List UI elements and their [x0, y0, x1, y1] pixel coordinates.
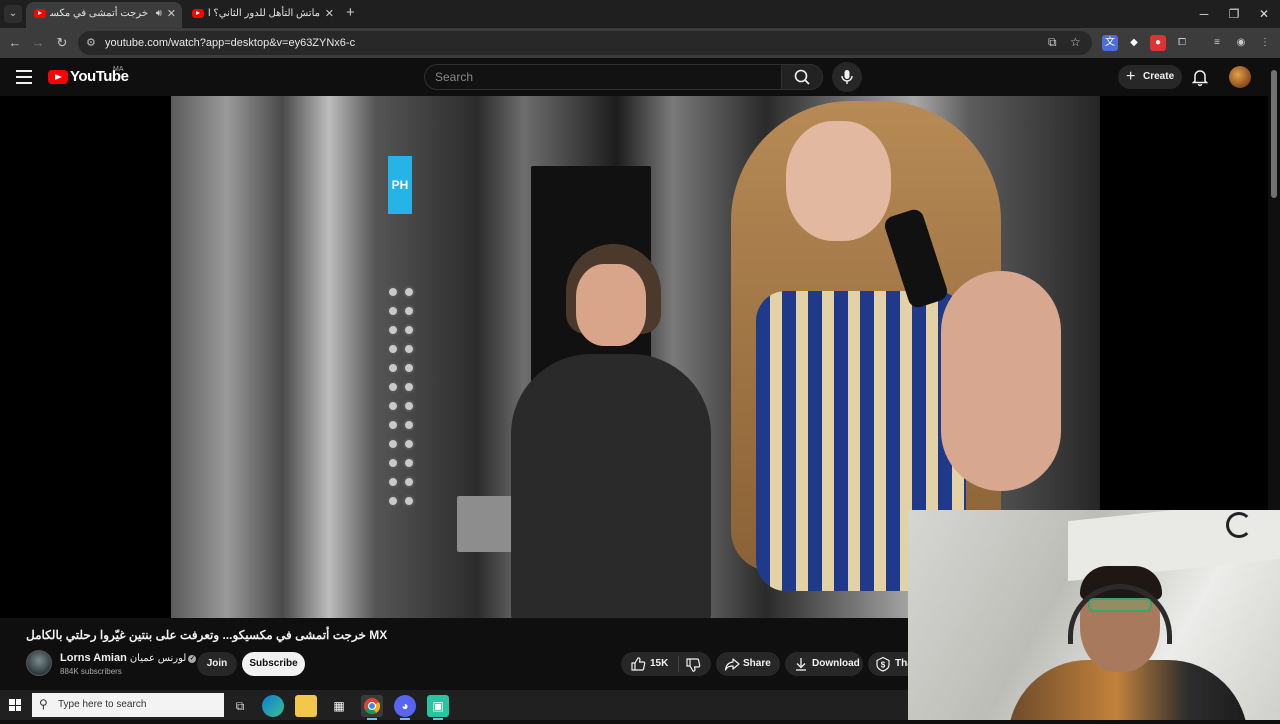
like-divider: [678, 656, 679, 672]
elevator-floor-sign: PH: [388, 156, 412, 214]
reload-icon[interactable]: ↻: [53, 34, 71, 52]
notifications-bell-icon[interactable]: [1190, 67, 1210, 87]
channel-name-latin[interactable]: Lorns Amian: [60, 652, 127, 664]
task-view-icon[interactable]: ⧉: [229, 695, 251, 717]
verified-check-icon: ✓: [188, 655, 197, 663]
tab-title: خرجت أتمشى في مكسيكو...: [50, 8, 148, 19]
share-button[interactable]: Share: [716, 652, 780, 676]
site-info-icon[interactable]: ⚙: [86, 36, 96, 49]
windows-start-icon[interactable]: [9, 699, 21, 711]
close-tab-icon[interactable]: ✕: [167, 2, 176, 26]
hamburger-menu-icon[interactable]: [16, 70, 32, 84]
streamer-glasses: [1088, 598, 1152, 612]
translate-extension-icon[interactable]: 文: [1102, 35, 1118, 51]
taskbar-search-box[interactable]: ⚲ Type here to search: [32, 693, 224, 717]
extension-icon[interactable]: ◆: [1126, 35, 1142, 51]
voice-search-button[interactable]: [832, 62, 862, 92]
ring-light-icon: [1226, 512, 1252, 538]
youtube-header: YouTube MA + Create: [0, 58, 1268, 96]
join-button[interactable]: Join: [197, 652, 237, 676]
install-app-icon[interactable]: ⧉: [1048, 35, 1057, 50]
discord-icon[interactable]: ◕: [394, 695, 416, 720]
search-box: [424, 64, 782, 90]
menu-kebab-icon[interactable]: ⋮: [1257, 35, 1273, 51]
tab-search-icon[interactable]: ⌄: [4, 5, 22, 23]
profile-icon[interactable]: ◉: [1233, 35, 1249, 51]
thanks-dollar-icon: $: [876, 656, 890, 672]
download-label: Download: [812, 658, 860, 669]
video-title: خرجت أتمشى في مكسيكو... وتعرفت على بنتين…: [26, 628, 388, 642]
youtube-play-icon: [48, 70, 68, 84]
scrollbar-thumb[interactable]: [1271, 70, 1277, 198]
media-control-icon[interactable]: ≡: [1209, 35, 1225, 51]
share-arrow-icon: [724, 658, 740, 671]
user-avatar[interactable]: [1229, 66, 1251, 88]
create-button[interactable]: + Create: [1118, 65, 1182, 89]
tab-title: ماتش التأهل للدور الثاني؟ التشك...: [208, 8, 320, 19]
speaker-icon[interactable]: 🔊︎: [156, 2, 162, 26]
search-icon: ⚲: [39, 697, 48, 711]
back-icon[interactable]: ←: [6, 34, 24, 52]
country-code: MA: [113, 66, 124, 73]
windows-taskbar: ⚲ Type here to search ⧉ ▦ ◕ ▣: [0, 690, 908, 720]
url-text[interactable]: youtube.com/watch?app=desktop&v=ey63ZYNx…: [105, 31, 355, 55]
close-tab-icon[interactable]: ✕: [325, 2, 334, 26]
close-window-icon[interactable]: ✕: [1246, 0, 1280, 28]
channel-name-arabic[interactable]: لورنس عميان: [130, 653, 187, 664]
create-label: Create: [1143, 71, 1175, 82]
channel-name[interactable]: Lorns Amian لورنس عميان ✓: [60, 652, 197, 664]
subscribe-button[interactable]: Subscribe: [242, 652, 305, 676]
channel-avatar[interactable]: [26, 650, 52, 676]
browser-toolbar: ← → ↻ ⚙ youtube.com/watch?app=desktop&v=…: [0, 28, 1280, 58]
forward-icon[interactable]: →: [29, 34, 47, 52]
browser-tab-bar: ⌄ خرجت أتمشى في مكسيكو... 🔊︎ ✕ ماتش التأ…: [0, 0, 1280, 28]
elevator-button-panel: [385, 286, 415, 556]
thumbs-up-icon[interactable]: [630, 656, 646, 672]
microphone-icon: [841, 70, 853, 84]
chrome-browser-icon[interactable]: [361, 695, 383, 720]
download-button[interactable]: Download: [785, 652, 863, 676]
search-icon: [794, 69, 810, 85]
browser-tab[interactable]: ماتش التأهل للدور الثاني؟ التشك... ✕: [184, 2, 340, 28]
svg-text:$: $: [881, 661, 886, 670]
address-bar[interactable]: ⚙ youtube.com/watch?app=desktop&v=ey63ZY…: [78, 31, 1092, 55]
taskbar-search-placeholder[interactable]: Type here to search: [58, 693, 146, 717]
adblock-extension-icon[interactable]: ●: [1150, 35, 1166, 51]
person-left: [511, 234, 711, 618]
pinned-app-icon[interactable]: ▣: [427, 695, 449, 720]
file-explorer-icon[interactable]: [295, 695, 317, 717]
webcam-overlay: [908, 510, 1280, 720]
like-dislike-group: 15K: [621, 652, 711, 676]
extensions-puzzle-icon[interactable]: ⧠: [1174, 35, 1190, 51]
plus-icon: +: [1126, 68, 1136, 85]
microsoft-store-icon[interactable]: ▦: [328, 695, 350, 717]
subscriber-count: 884K subscribers: [60, 667, 122, 676]
like-count[interactable]: 15K: [650, 652, 668, 676]
search-input[interactable]: [435, 65, 765, 89]
browser-tab-active[interactable]: خرجت أتمشى في مكسيكو... 🔊︎ ✕: [26, 2, 182, 28]
new-tab-button[interactable]: +: [346, 4, 355, 22]
download-icon: [796, 658, 806, 671]
share-label: Share: [743, 658, 771, 669]
youtube-favicon-icon: [192, 9, 204, 18]
search-button[interactable]: [781, 64, 823, 90]
bookmark-star-icon[interactable]: ☆: [1070, 35, 1081, 49]
edge-browser-icon[interactable]: [262, 695, 284, 717]
youtube-favicon-icon: [34, 9, 46, 18]
thumbs-down-icon[interactable]: [685, 657, 701, 673]
